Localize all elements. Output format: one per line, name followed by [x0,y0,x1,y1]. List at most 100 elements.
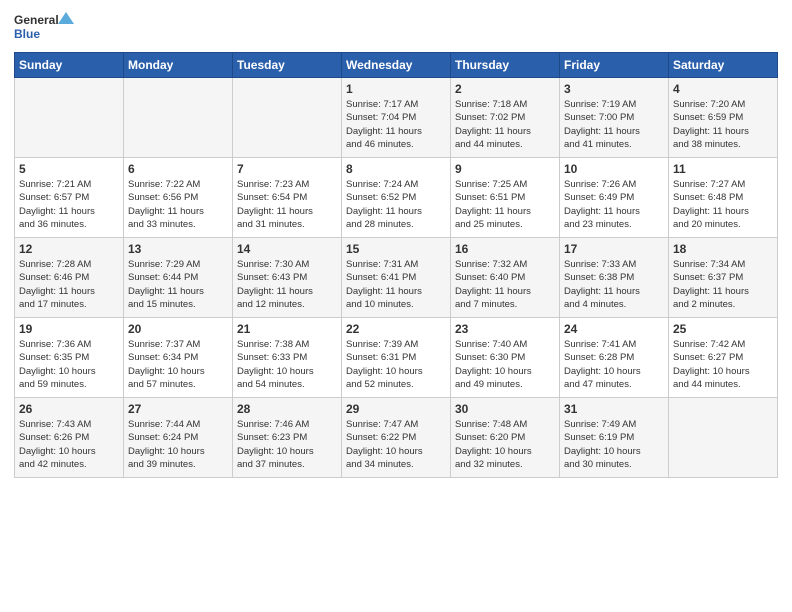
day-number: 3 [564,82,664,96]
day-info: Sunrise: 7:17 AM Sunset: 7:04 PM Dayligh… [346,98,446,151]
day-number: 21 [237,322,337,336]
calendar-day-cell: 6 Sunrise: 7:22 AM Sunset: 6:56 PM Daylig… [124,158,233,238]
day-info: Sunrise: 7:49 AM Sunset: 6:19 PM Dayligh… [564,418,664,471]
day-number: 6 [128,162,228,176]
day-number: 8 [346,162,446,176]
day-info: Sunrise: 7:21 AM Sunset: 6:57 PM Dayligh… [19,178,119,231]
calendar-table: SundayMondayTuesdayWednesdayThursdayFrid… [14,52,778,478]
day-number: 23 [455,322,555,336]
calendar-day-cell: 25 Sunrise: 7:42 AM Sunset: 6:27 PM Dayli… [669,318,778,398]
svg-text:General: General [14,13,59,27]
day-info: Sunrise: 7:19 AM Sunset: 7:00 PM Dayligh… [564,98,664,151]
calendar-day-cell: 30 Sunrise: 7:48 AM Sunset: 6:20 PM Dayli… [451,398,560,478]
calendar-week-row: 19Sunrise: 7:36 AM Sunset: 6:35 PM Dayli… [15,318,778,398]
day-info: Sunrise: 7:39 AM Sunset: 6:31 PM Dayligh… [346,338,446,391]
calendar-day-cell: 27Sunrise: 7:44 AM Sunset: 6:24 PM Dayli… [124,398,233,478]
header-area: General Blue [14,10,778,46]
day-number: 12 [19,242,119,256]
day-number: 17 [564,242,664,256]
calendar-day-cell: 1 Sunrise: 7:17 AM Sunset: 7:04 PM Daylig… [342,78,451,158]
calendar-day-cell: 22 Sunrise: 7:39 AM Sunset: 6:31 PM Dayli… [342,318,451,398]
calendar-day-cell: 2 Sunrise: 7:18 AM Sunset: 7:02 PM Daylig… [451,78,560,158]
calendar-day-cell [233,78,342,158]
day-number: 28 [237,402,337,416]
day-number: 30 [455,402,555,416]
day-number: 24 [564,322,664,336]
day-info: Sunrise: 7:43 AM Sunset: 6:26 PM Dayligh… [19,418,119,471]
day-number: 16 [455,242,555,256]
calendar-day-cell: 31Sunrise: 7:49 AM Sunset: 6:19 PM Dayli… [560,398,669,478]
day-number: 18 [673,242,773,256]
day-info: Sunrise: 7:31 AM Sunset: 6:41 PM Dayligh… [346,258,446,311]
day-info: Sunrise: 7:18 AM Sunset: 7:02 PM Dayligh… [455,98,555,151]
day-info: Sunrise: 7:23 AM Sunset: 6:54 PM Dayligh… [237,178,337,231]
calendar-day-cell: 17 Sunrise: 7:33 AM Sunset: 6:38 PM Dayli… [560,238,669,318]
day-info: Sunrise: 7:34 AM Sunset: 6:37 PM Dayligh… [673,258,773,311]
day-number: 15 [346,242,446,256]
day-number: 22 [346,322,446,336]
day-number: 14 [237,242,337,256]
calendar-day-cell: 20 Sunrise: 7:37 AM Sunset: 6:34 PM Dayli… [124,318,233,398]
weekday-header-cell: Friday [560,53,669,78]
calendar-week-row: 26Sunrise: 7:43 AM Sunset: 6:26 PM Dayli… [15,398,778,478]
day-info: Sunrise: 7:48 AM Sunset: 6:20 PM Dayligh… [455,418,555,471]
day-info: Sunrise: 7:42 AM Sunset: 6:27 PM Dayligh… [673,338,773,391]
day-number: 9 [455,162,555,176]
page-container: General Blue SundayMondayTuesdayWednesda… [0,0,792,486]
calendar-day-cell: 12 Sunrise: 7:28 AM Sunset: 6:46 PM Dayli… [15,238,124,318]
day-info: Sunrise: 7:33 AM Sunset: 6:38 PM Dayligh… [564,258,664,311]
day-info: Sunrise: 7:38 AM Sunset: 6:33 PM Dayligh… [237,338,337,391]
day-number: 27 [128,402,228,416]
calendar-day-cell [124,78,233,158]
day-number: 11 [673,162,773,176]
calendar-day-cell: 8Sunrise: 7:24 AM Sunset: 6:52 PM Daylig… [342,158,451,238]
day-info: Sunrise: 7:20 AM Sunset: 6:59 PM Dayligh… [673,98,773,151]
day-number: 10 [564,162,664,176]
calendar-day-cell: 18 Sunrise: 7:34 AM Sunset: 6:37 PM Dayli… [669,238,778,318]
calendar-day-cell: 15 Sunrise: 7:31 AM Sunset: 6:41 PM Dayli… [342,238,451,318]
day-info: Sunrise: 7:22 AM Sunset: 6:56 PM Dayligh… [128,178,228,231]
day-number: 4 [673,82,773,96]
calendar-day-cell: 9Sunrise: 7:25 AM Sunset: 6:51 PM Daylig… [451,158,560,238]
calendar-day-cell: 26Sunrise: 7:43 AM Sunset: 6:26 PM Dayli… [15,398,124,478]
calendar-day-cell: 29Sunrise: 7:47 AM Sunset: 6:22 PM Dayli… [342,398,451,478]
day-info: Sunrise: 7:40 AM Sunset: 6:30 PM Dayligh… [455,338,555,391]
calendar-day-cell [669,398,778,478]
calendar-day-cell: 5 Sunrise: 7:21 AM Sunset: 6:57 PM Daylig… [15,158,124,238]
day-info: Sunrise: 7:28 AM Sunset: 6:46 PM Dayligh… [19,258,119,311]
day-number: 5 [19,162,119,176]
day-number: 20 [128,322,228,336]
logo: General Blue [14,10,74,46]
day-number: 13 [128,242,228,256]
calendar-week-row: 5 Sunrise: 7:21 AM Sunset: 6:57 PM Daylig… [15,158,778,238]
calendar-day-cell: 23 Sunrise: 7:40 AM Sunset: 6:30 PM Dayli… [451,318,560,398]
calendar-day-cell: 10 Sunrise: 7:26 AM Sunset: 6:49 PM Dayli… [560,158,669,238]
weekday-header-cell: Wednesday [342,53,451,78]
day-number: 25 [673,322,773,336]
day-info: Sunrise: 7:47 AM Sunset: 6:22 PM Dayligh… [346,418,446,471]
weekday-header-row: SundayMondayTuesdayWednesdayThursdayFrid… [15,53,778,78]
day-info: Sunrise: 7:37 AM Sunset: 6:34 PM Dayligh… [128,338,228,391]
day-info: Sunrise: 7:46 AM Sunset: 6:23 PM Dayligh… [237,418,337,471]
day-info: Sunrise: 7:26 AM Sunset: 6:49 PM Dayligh… [564,178,664,231]
calendar-week-row: 12 Sunrise: 7:28 AM Sunset: 6:46 PM Dayli… [15,238,778,318]
calendar-body: 1 Sunrise: 7:17 AM Sunset: 7:04 PM Daylig… [15,78,778,478]
calendar-day-cell: 14Sunrise: 7:30 AM Sunset: 6:43 PM Dayli… [233,238,342,318]
day-number: 2 [455,82,555,96]
calendar-day-cell [15,78,124,158]
calendar-day-cell: 4 Sunrise: 7:20 AM Sunset: 6:59 PM Daylig… [669,78,778,158]
weekday-header-cell: Sunday [15,53,124,78]
logo-svg: General Blue [14,10,74,46]
weekday-header-cell: Tuesday [233,53,342,78]
calendar-week-row: 1 Sunrise: 7:17 AM Sunset: 7:04 PM Daylig… [15,78,778,158]
day-info: Sunrise: 7:29 AM Sunset: 6:44 PM Dayligh… [128,258,228,311]
weekday-header-cell: Saturday [669,53,778,78]
calendar-day-cell: 24 Sunrise: 7:41 AM Sunset: 6:28 PM Dayli… [560,318,669,398]
day-info: Sunrise: 7:36 AM Sunset: 6:35 PM Dayligh… [19,338,119,391]
weekday-header-cell: Thursday [451,53,560,78]
day-info: Sunrise: 7:32 AM Sunset: 6:40 PM Dayligh… [455,258,555,311]
calendar-day-cell: 3 Sunrise: 7:19 AM Sunset: 7:00 PM Daylig… [560,78,669,158]
day-number: 1 [346,82,446,96]
day-info: Sunrise: 7:41 AM Sunset: 6:28 PM Dayligh… [564,338,664,391]
weekday-header-cell: Monday [124,53,233,78]
